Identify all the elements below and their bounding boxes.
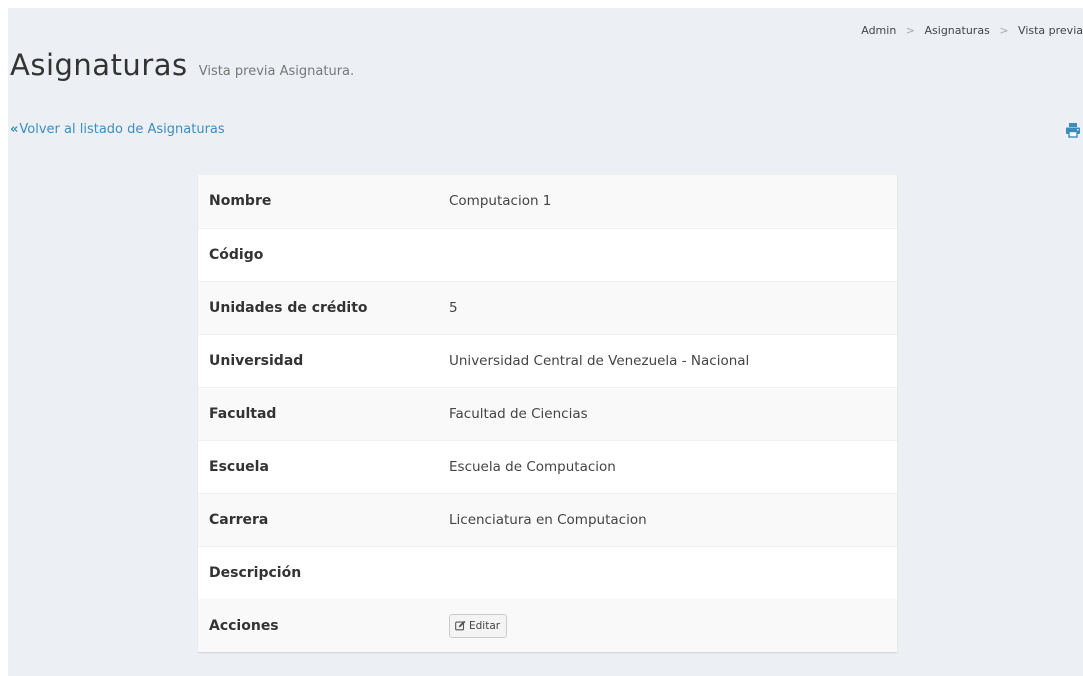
edit-button-label: Editar [469, 619, 501, 632]
detail-row: Código [198, 228, 897, 281]
detail-value [449, 546, 897, 599]
breadcrumb-item-asignaturas[interactable]: Asignaturas [925, 24, 990, 37]
edit-button[interactable]: Editar [449, 613, 508, 638]
detail-label: Facultad [209, 405, 277, 422]
detail-value [449, 228, 897, 281]
detail-value: 5 [449, 299, 458, 316]
double-chevron-left-icon: « [10, 122, 19, 137]
asignatura-detail-table: Nombre Computacion 1 Código Unidades de cré… [198, 175, 897, 652]
asignatura-detail-box: Nombre Computacion 1 Código Unidades de cré… [198, 175, 897, 652]
detail-row: Descripción [198, 546, 897, 599]
back-to-list-link[interactable]: «Volver al listado de Asignaturas [10, 122, 225, 137]
detail-value: Facultad de Ciencias [449, 405, 588, 422]
detail-label: Carrera [209, 511, 269, 528]
detail-value: Universidad Central de Venezuela - Nacio… [449, 352, 750, 369]
detail-row-acciones: Acciones Editar [198, 599, 897, 652]
actions-section: Acciones Editar [198, 599, 897, 652]
detail-label: Escuela [209, 458, 269, 475]
detail-label: Descripción [209, 564, 302, 581]
detail-value: Editar [449, 599, 897, 652]
page-header: Asignaturas Vista previa Asignatura. [10, 48, 354, 82]
breadcrumb-item-current: Vista previa [1018, 24, 1083, 37]
page-title: Asignaturas [10, 48, 188, 82]
detail-label: Universidad [209, 352, 304, 369]
detail-table-body: Nombre Computacion 1 Código Unidades de cré… [198, 175, 897, 599]
breadcrumb: Admin > Asignaturas > Vista previa [861, 24, 1083, 37]
page-subtitle: Vista previa Asignatura. [198, 64, 355, 79]
detail-value: Escuela de Computacion [449, 458, 616, 475]
detail-label: Nombre [209, 193, 272, 210]
detail-row: Universidad Universidad Central de Venezu… [198, 334, 897, 387]
detail-row: Facultad Facultad de Ciencias [198, 387, 897, 440]
print-icon[interactable] [1065, 122, 1081, 138]
detail-row: Unidades de crédito 5 [198, 281, 897, 334]
detail-label: Unidades de crédito [209, 299, 368, 316]
back-to-list-label: Volver al listado de Asignaturas [19, 122, 225, 137]
detail-value: Computacion 1 [449, 193, 552, 210]
edit-icon [455, 620, 466, 631]
detail-value: Licenciatura en Computacion [449, 511, 647, 528]
detail-row: Nombre Computacion 1 [198, 175, 897, 228]
detail-row: Escuela Escuela de Computacion [198, 440, 897, 493]
breadcrumb-separator: > [999, 24, 1009, 37]
breadcrumb-item-admin[interactable]: Admin [861, 24, 896, 37]
content-wrapper: Admin > Asignaturas > Vista previa Asign… [8, 8, 1083, 676]
detail-label: Acciones [209, 617, 279, 634]
breadcrumb-separator: > [905, 24, 916, 37]
detail-row: Carrera Licenciatura en Computacion [198, 493, 897, 546]
detail-label: Código [209, 246, 264, 263]
